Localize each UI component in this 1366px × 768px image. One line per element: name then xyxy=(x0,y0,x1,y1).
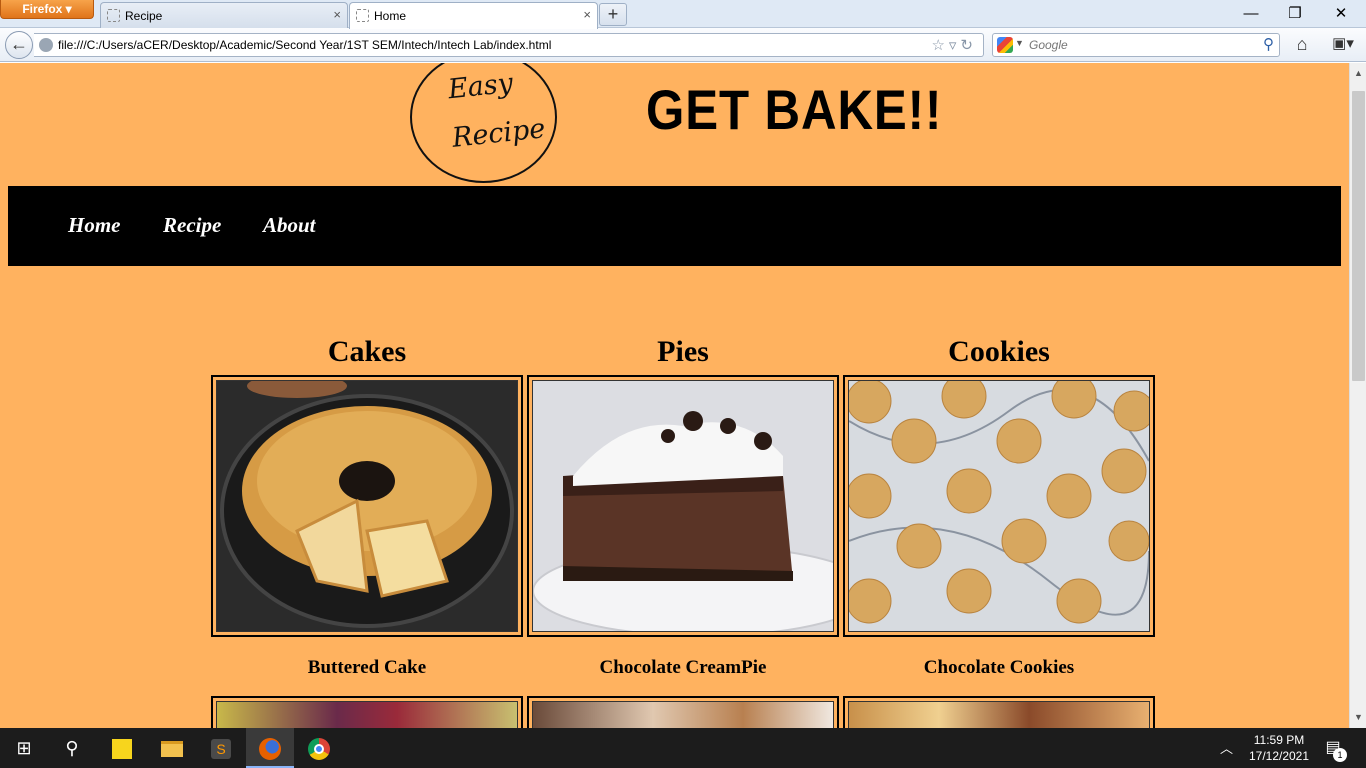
search-icon[interactable]: ⚲ xyxy=(48,728,96,768)
clock-date: 17/12/2021 xyxy=(1248,749,1310,763)
image-card[interactable] xyxy=(843,696,1155,728)
tab-label: Recipe xyxy=(125,9,163,23)
nav-recipe-link[interactable]: Recipe xyxy=(163,213,221,238)
firefox-icon[interactable] xyxy=(246,728,294,768)
search-input[interactable]: Google xyxy=(1029,38,1068,52)
pie-image-card[interactable] xyxy=(527,375,839,637)
item-name-chocolate-cookies: Chocolate Cookies xyxy=(923,657,1075,678)
tab-recipe[interactable]: Recipe × xyxy=(100,2,348,28)
category-title-cookies: Cookies xyxy=(948,335,1050,368)
tab-label: Home xyxy=(374,9,407,23)
clock-time: 11:59 PM xyxy=(1253,733,1305,747)
url-text[interactable]: file:///C:/Users/aCER/Desktop/Academic/S… xyxy=(58,38,551,52)
scrollbar-thumb[interactable] xyxy=(1352,91,1365,381)
page-scrollbar[interactable]: ▲ ▼ xyxy=(1349,63,1366,728)
tab-home[interactable]: Home × xyxy=(349,2,598,29)
url-actions: ☆▿↻ xyxy=(931,36,977,54)
page-title: GET BAKE!! xyxy=(646,78,943,141)
pastry-image xyxy=(532,701,834,728)
windows-taskbar: ⊞ ⚲ S ︿ 11:59 PM 17/12/2021 ▤ 1 xyxy=(0,728,1366,768)
sublime-text-icon[interactable]: S xyxy=(197,728,245,768)
category-title-pies: Pies xyxy=(657,335,709,368)
scroll-up-icon[interactable]: ▲ xyxy=(1350,65,1366,82)
cookie-image-card[interactable] xyxy=(843,375,1155,637)
close-tab-icon[interactable]: × xyxy=(333,7,341,22)
file-explorer-icon[interactable] xyxy=(148,728,196,768)
scroll-down-icon[interactable]: ▼ xyxy=(1350,709,1366,726)
bread-image xyxy=(848,701,1150,728)
reload-icon[interactable]: ↻ xyxy=(960,37,977,54)
pie-image xyxy=(532,380,834,632)
google-icon[interactable] xyxy=(997,37,1013,53)
chevron-up-icon[interactable]: ︿ xyxy=(1220,738,1233,757)
star-icon[interactable]: ☆ xyxy=(931,37,948,54)
page-viewport: Easy Recipe GET BAKE!! Home Recipe About… xyxy=(0,63,1349,728)
berries-image xyxy=(216,701,518,728)
windows-start-icon[interactable]: ⊞ xyxy=(0,728,48,768)
cake-image xyxy=(216,380,518,632)
search-icon[interactable]: ⚲ xyxy=(1263,35,1274,53)
nav-home-link[interactable]: Home xyxy=(68,213,121,238)
item-name-chocolate-creampie: Chocolate CreamPie xyxy=(599,657,767,678)
chevron-down-icon[interactable]: ▼ xyxy=(1015,38,1024,48)
url-bar[interactable]: file:///C:/Users/aCER/Desktop/Academic/S… xyxy=(34,33,984,57)
navigation-toolbar: ← file:///C:/Users/aCER/Desktop/Academic… xyxy=(0,28,1366,62)
item-name-buttered-cake: Buttered Cake xyxy=(307,657,427,678)
restore-button[interactable]: ❐ xyxy=(1272,0,1318,28)
close-window-button[interactable]: ✕ xyxy=(1318,0,1364,28)
image-card[interactable] xyxy=(527,696,839,728)
chrome-icon[interactable] xyxy=(295,728,343,768)
category-title-cakes: Cakes xyxy=(327,335,407,368)
chevron-down-icon[interactable]: ▿ xyxy=(949,37,961,54)
firefox-menu-button[interactable]: Firefox ▾ xyxy=(0,0,94,19)
sticky-notes-icon[interactable] xyxy=(98,728,146,768)
minimize-button[interactable]: — xyxy=(1228,0,1274,28)
browser-titlebar: Firefox ▾ Recipe × Home × + — ❐ ✕ xyxy=(0,0,1366,29)
main-nav: Home Recipe About xyxy=(8,186,1341,266)
bookmarks-icon[interactable]: ▣▾ xyxy=(1326,33,1360,57)
nav-about-link[interactable]: About xyxy=(263,213,316,238)
globe-icon xyxy=(39,38,53,52)
close-tab-icon[interactable]: × xyxy=(583,7,591,22)
page-icon xyxy=(356,9,369,22)
search-bar[interactable]: ▼ Google ⚲ xyxy=(992,33,1280,57)
home-icon[interactable]: ⌂ xyxy=(1290,33,1314,57)
image-card[interactable] xyxy=(211,696,523,728)
back-arrow-icon[interactable]: ← xyxy=(5,31,33,59)
firefox-menu-label: Firefox xyxy=(22,2,63,16)
system-clock[interactable]: 11:59 PM 17/12/2021 xyxy=(1244,732,1314,764)
cookie-image xyxy=(848,380,1150,632)
new-tab-button[interactable]: + xyxy=(599,3,627,26)
page-icon xyxy=(107,9,120,22)
notification-badge: 1 xyxy=(1333,748,1347,762)
cake-image-card[interactable] xyxy=(211,375,523,637)
